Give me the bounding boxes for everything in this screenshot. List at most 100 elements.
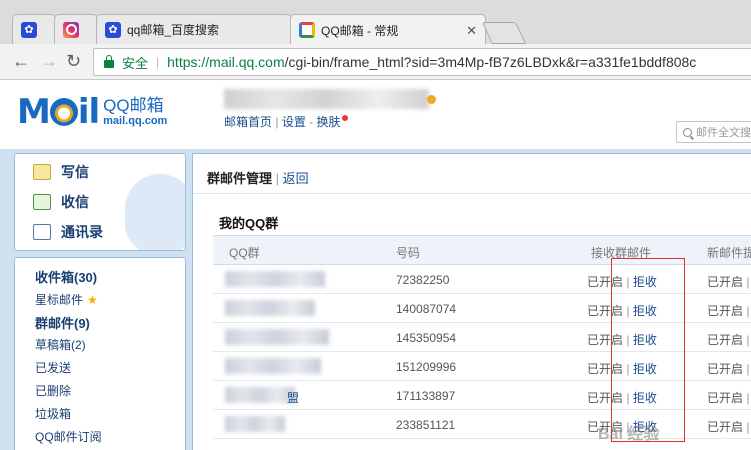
divider: | (156, 55, 160, 69)
reminder-enabled-link[interactable]: 已开启 (707, 391, 743, 405)
browser-toolbar: ← → ↻ 安全 | https://mail.qq.com/cgi-bin/f… (0, 44, 751, 80)
mail-search-input[interactable]: 邮件全文搜 (676, 121, 751, 143)
group-number: 171133897 (396, 389, 456, 403)
secure-label: 安全 (122, 55, 149, 71)
receive-toggle: 已开启 | 拒收 (587, 333, 657, 347)
table-row: 233851121已开启 | 拒收已开启 | 拒收 (213, 410, 751, 439)
account-status-icon (427, 95, 436, 104)
folder-inbox[interactable]: 收件箱(30) (35, 267, 97, 286)
receive-reject-link[interactable]: 拒收 (633, 391, 657, 405)
folder-deleted[interactable]: 已删除 (35, 382, 71, 399)
folder-list: 收件箱(30) 星标邮件 ★ 群邮件(9) 草稿箱(2) 已发送 已删除 垃圾箱 … (14, 257, 186, 450)
group-name-suffix: 盟 (287, 391, 300, 405)
reminder-enabled-link[interactable]: 已开启 (707, 304, 743, 318)
contacts-button[interactable]: 通讯录 (33, 222, 103, 242)
tab-qqmail[interactable]: QQ邮箱 - 常规 ✕ (290, 14, 486, 45)
qqmail-logo[interactable]: Mil QQ邮箱 mail.qq.com (17, 95, 167, 129)
folder-sent[interactable]: 已发送 (35, 359, 71, 376)
pencil-icon (33, 164, 51, 180)
table-row: 151209996 已开启 | 拒收 已开启 | 拒收 (213, 352, 751, 381)
quick-actions-panel: 写信 收信 通讯录 (14, 153, 186, 251)
receive-enabled-link[interactable]: 已开启 (587, 391, 623, 405)
browser-tab-strip: ✿ ✿ qq邮箱_百度搜索 QQ邮箱 - 常规 ✕ (0, 0, 751, 45)
breadcrumb: 群邮件管理 | 返回 (207, 171, 309, 186)
close-icon[interactable]: ✕ (466, 23, 477, 39)
reminder-toggle: 已开启 | 拒收 (707, 420, 750, 434)
group-number: 72382250 (396, 273, 450, 287)
blurred-group-name (225, 300, 315, 316)
receive-enabled-link[interactable]: 已开启 (587, 362, 623, 376)
section-title: 我的QQ群 (219, 216, 279, 231)
reminder-enabled-link[interactable]: 已开启 (707, 275, 743, 289)
star-icon: ★ (87, 293, 98, 307)
col-reminder: 新邮件提醒 (707, 246, 751, 260)
receive-reject-link[interactable]: 拒收 (633, 304, 657, 318)
header-links: 邮箱首页 | 设置 - 换肤 (224, 113, 348, 130)
receive-enabled-link[interactable]: 已开启 (587, 304, 623, 318)
blurred-group-name (225, 329, 329, 345)
receive-enabled-link[interactable]: 已开启 (587, 275, 623, 289)
back-arrow-icon[interactable]: ← (12, 52, 30, 70)
compose-label: 写信 (61, 164, 89, 180)
folder-drafts[interactable]: 草稿箱(2) (35, 336, 86, 353)
receive-reject-link[interactable]: 拒收 (633, 333, 657, 347)
inbox-download-icon (33, 194, 51, 210)
divider (193, 193, 751, 194)
contact-card-icon (33, 224, 51, 240)
folder-subscriptions[interactable]: QQ邮件订阅 (35, 428, 102, 445)
folder-starred[interactable]: 星标邮件 ★ (35, 291, 98, 308)
receive-toggle: 已开启 | 拒收 (587, 362, 657, 376)
forward-arrow-icon[interactable]: → (40, 52, 58, 70)
lock-icon (104, 55, 114, 68)
reminder-enabled-link[interactable]: 已开启 (707, 362, 743, 376)
table-row: 72382250 已开启 | 拒收 已开启 | 拒收 (213, 265, 751, 294)
blurred-account-name (224, 89, 429, 109)
receive-enabled-link[interactable]: 已开启 (587, 333, 623, 347)
tab-baidu[interactable]: ✿ (12, 14, 56, 44)
receive-toggle: 已开启 | 拒收 (587, 304, 657, 318)
url-host: https://mail.qq.com (167, 54, 285, 70)
reminder-enabled-link[interactable]: 已开启 (707, 420, 743, 434)
reload-icon[interactable]: ↻ (66, 52, 81, 70)
receive-toggle: 已开启 | 拒收 (587, 275, 657, 289)
back-link[interactable]: 返回 (283, 171, 309, 186)
receive-button[interactable]: 收信 (33, 192, 89, 212)
receive-toggle: 已开启 | 拒收 (587, 391, 657, 405)
url-path: /cgi-bin/frame_html?sid=3m4Mp-fB7z6LBDxk… (284, 54, 697, 70)
tab-instagram[interactable] (54, 14, 98, 44)
link-settings[interactable]: 设置 (282, 115, 306, 129)
watermark: Bai 经验 (598, 426, 660, 443)
chrome-qq-icon (299, 22, 315, 38)
reminder-toggle: 已开启 | 拒收 (707, 391, 750, 405)
group-number: 145350954 (396, 331, 457, 345)
baidu-paw-icon: ✿ (21, 21, 37, 38)
folder-group-mail[interactable]: 群邮件(9) (35, 313, 90, 332)
blurred-group-name (225, 387, 295, 403)
compose-button[interactable]: 写信 (33, 162, 89, 182)
folder-spam[interactable]: 垃圾箱 (35, 405, 71, 422)
search-icon (683, 127, 692, 137)
reminder-toggle: 已开启 | 拒收 (707, 362, 750, 376)
mail-logo-mark: Mil (17, 92, 100, 132)
table-row: 145350954 已开启 | 拒收 已开启 | 拒收 (213, 323, 751, 352)
reminder-toggle: 已开启 | 拒收 (707, 304, 750, 318)
reminder-enabled-link[interactable]: 已开启 (707, 333, 743, 347)
tab-title: QQ邮箱 - 常规 (321, 23, 399, 38)
logo-domain: mail.qq.com (103, 115, 168, 127)
address-bar[interactable]: 安全 | https://mail.qq.com/cgi-bin/frame_h… (93, 48, 751, 76)
mail-header: Mil QQ邮箱 mail.qq.com 邮箱首页 | 设置 - 换肤 邮件全文… (0, 81, 751, 149)
receive-reject-link[interactable]: 拒收 (633, 362, 657, 376)
col-number: 号码 (396, 246, 421, 260)
logo-title: QQ邮箱 (103, 96, 164, 115)
notification-dot-icon (341, 115, 348, 121)
link-skin[interactable]: 换肤 (317, 115, 341, 129)
new-tab-button[interactable] (481, 22, 527, 44)
search-placeholder: 邮件全文搜 (696, 127, 751, 139)
receive-reject-link[interactable]: 拒收 (633, 275, 657, 289)
col-qq-group: QQ群 (229, 246, 260, 260)
tab-baidu-search[interactable]: ✿ qq邮箱_百度搜索 (96, 14, 292, 44)
contacts-label: 通讯录 (61, 224, 103, 240)
table-row: 140087074 已开启 | 拒收 已开启 | 拒收 (213, 294, 751, 323)
link-mail-home[interactable]: 邮箱首页 (224, 115, 272, 129)
table-row: 盟 171133897 已开启 | 拒收 已开启 | 拒收 (213, 381, 751, 410)
